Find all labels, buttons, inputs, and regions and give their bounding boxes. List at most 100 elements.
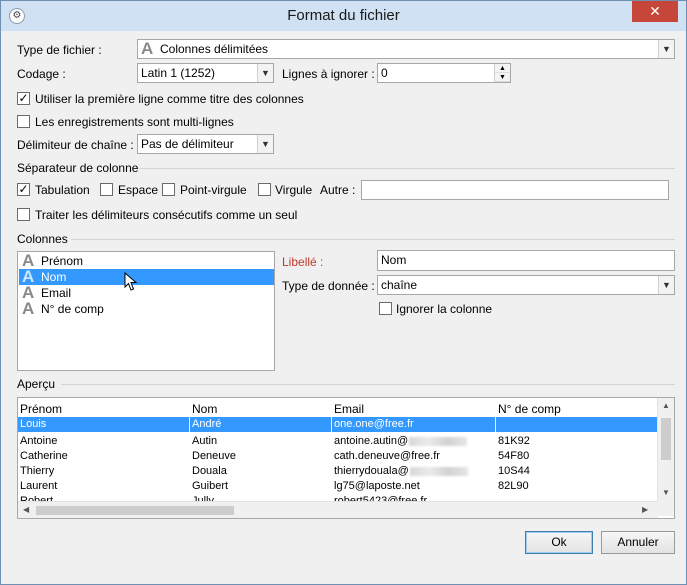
encoding-value: Latin 1 (1252): [141, 66, 216, 80]
scroll-up-icon[interactable]: ▲: [662, 401, 670, 410]
table-row[interactable]: Catherine Deneuve cath.deneuve@free.fr 5…: [18, 449, 658, 464]
table-cell: Deneuve: [192, 450, 237, 462]
multiline-records-checkbox[interactable]: [17, 115, 30, 128]
table-cell: Douala: [192, 465, 227, 477]
semicolon-checkbox[interactable]: [162, 183, 175, 196]
comma-label: Virgule: [275, 183, 313, 197]
table-row[interactable]: Laurent Guibert lg75@laposte.net 82L90: [18, 479, 658, 494]
consecutive-delimiters-checkbox[interactable]: [17, 208, 30, 221]
redacted-blur: [409, 436, 468, 446]
comma-checkbox[interactable]: [258, 183, 271, 196]
preview-header-cell: Email: [334, 402, 365, 416]
tab-checkbox[interactable]: ✓: [17, 183, 30, 196]
file-type-value: Colonnes délimitées: [160, 42, 269, 56]
table-cell: Guibert: [192, 480, 229, 492]
file-type-label: Type de fichier :: [17, 43, 102, 57]
table-row[interactable]: Thierry Douala thierrydouala@ 10S44: [18, 464, 658, 479]
other-separator-input[interactable]: [361, 180, 669, 200]
column-item[interactable]: A Prénom: [19, 251, 274, 270]
libelle-label: Libellé :: [282, 255, 324, 269]
close-button[interactable]: ✕: [632, 1, 678, 22]
table-row[interactable]: Antoine Autin antoine.autin@ 81K92: [18, 434, 658, 449]
table-cell: Thierry: [20, 465, 55, 477]
preview-table[interactable]: Prénom Nom Email N° de comp Louis André …: [17, 397, 675, 519]
preview-header-cell: Nom: [192, 402, 218, 416]
table-cell: 54F80: [498, 450, 530, 462]
group-divider: [139, 168, 675, 169]
first-line-titles-checkbox[interactable]: ✓: [17, 92, 30, 105]
preview-group-label: Aperçu: [17, 377, 56, 391]
preview-header-cell: N° de comp: [498, 402, 561, 416]
scroll-down-icon[interactable]: ▼: [662, 488, 670, 497]
consecutive-delimiters-label: Traiter les délimiteurs consécutifs comm…: [35, 208, 298, 222]
group-divider: [71, 239, 675, 240]
table-cell: Laurent: [20, 480, 58, 492]
arrow-up-icon[interactable]: ▲: [495, 64, 510, 73]
horizontal-scrollbar[interactable]: ◀ ▶: [18, 501, 658, 518]
chevron-down-icon[interactable]: ▼: [658, 40, 674, 58]
lines-ignore-value: 0: [381, 66, 388, 80]
table-cell: lg75@laposte.net: [334, 480, 420, 492]
table-cell: 81K92: [498, 435, 530, 447]
string-delimiter-value: Pas de délimiteur: [141, 137, 234, 151]
other-label: Autre :: [320, 183, 356, 197]
column-item-label: Email: [41, 286, 72, 300]
title-bar: ⚙ Format du fichier ✕: [1, 1, 686, 31]
chevron-down-icon[interactable]: ▼: [658, 276, 674, 294]
scroll-thumb[interactable]: [661, 418, 671, 460]
encoding-label: Codage :: [17, 67, 66, 81]
column-item[interactable]: A N° de comp: [19, 299, 274, 318]
string-delimiter-select[interactable]: Pas de délimiteur ▼: [137, 134, 274, 154]
column-item[interactable]: A Email: [19, 283, 274, 302]
column-item-label: N° de comp: [41, 302, 104, 316]
cancel-button[interactable]: Annuler: [601, 531, 675, 554]
delimited-columns-icon: A: [141, 39, 154, 58]
libelle-input[interactable]: Nom: [377, 250, 675, 271]
email-text: antoine.autin@: [334, 435, 409, 447]
table-cell: 82L90: [498, 480, 529, 492]
table-cell: 10S44: [498, 465, 530, 477]
dialog-title: Format du fichier: [287, 7, 400, 24]
data-type-value: chaîne: [381, 278, 418, 292]
multiline-records-label: Les enregistrements sont multi-lignes: [35, 115, 234, 129]
column-divider: [495, 417, 496, 432]
group-divider: [61, 384, 675, 385]
table-cell: cath.deneuve@free.fr: [334, 450, 440, 462]
mouse-cursor-icon: [124, 272, 138, 291]
ignore-column-label: Ignorer la colonne: [396, 302, 493, 316]
tab-label: Tabulation: [35, 183, 90, 197]
separator-group-label: Séparateur de colonne: [17, 161, 139, 175]
table-cell: Antoine: [20, 435, 58, 447]
column-divider: [331, 417, 332, 432]
lines-ignore-stepper[interactable]: ▲ ▼: [494, 64, 510, 82]
chevron-down-icon[interactable]: ▼: [257, 135, 273, 153]
semicolon-label: Point-virgule: [180, 183, 247, 197]
columns-list[interactable]: A Prénom A Nom A Email A N° de comp: [17, 251, 275, 371]
lines-ignore-label: Lignes à ignorer :: [282, 67, 375, 81]
table-cell: thierrydouala@: [334, 465, 468, 477]
ok-button[interactable]: Ok: [525, 531, 593, 554]
scroll-left-icon[interactable]: ◀: [23, 505, 29, 514]
first-line-titles-label: Utiliser la première ligne comme titre d…: [35, 92, 304, 106]
chevron-down-icon[interactable]: ▼: [257, 64, 273, 82]
scroll-thumb[interactable]: [36, 506, 234, 515]
column-item-label: Prénom: [41, 254, 84, 268]
ignore-column-checkbox[interactable]: [379, 302, 392, 315]
table-row[interactable]: Louis André one.one@free.fr: [18, 417, 658, 432]
encoding-select[interactable]: Latin 1 (1252) ▼: [137, 63, 274, 83]
space-checkbox[interactable]: [100, 183, 113, 196]
lines-ignore-input[interactable]: 0 ▲ ▼: [377, 63, 511, 83]
format-dialog: ⚙ Format du fichier ✕ Type de fichier : …: [0, 0, 687, 585]
vertical-scrollbar[interactable]: ▲ ▼: [657, 398, 674, 516]
email-text: thierrydouala@: [334, 465, 409, 477]
table-cell: Autin: [192, 435, 218, 447]
table-cell: Catherine: [20, 450, 68, 462]
table-cell: André: [192, 418, 222, 430]
preview-header-cell: Prénom: [20, 402, 63, 416]
column-item[interactable]: A Nom: [19, 267, 274, 286]
scroll-right-icon[interactable]: ▶: [642, 505, 648, 514]
arrow-down-icon[interactable]: ▼: [495, 73, 510, 82]
file-type-select[interactable]: A Colonnes délimitées ▼: [137, 39, 675, 59]
data-type-select[interactable]: chaîne ▼: [377, 275, 675, 295]
data-type-label: Type de donnée :: [282, 279, 375, 293]
